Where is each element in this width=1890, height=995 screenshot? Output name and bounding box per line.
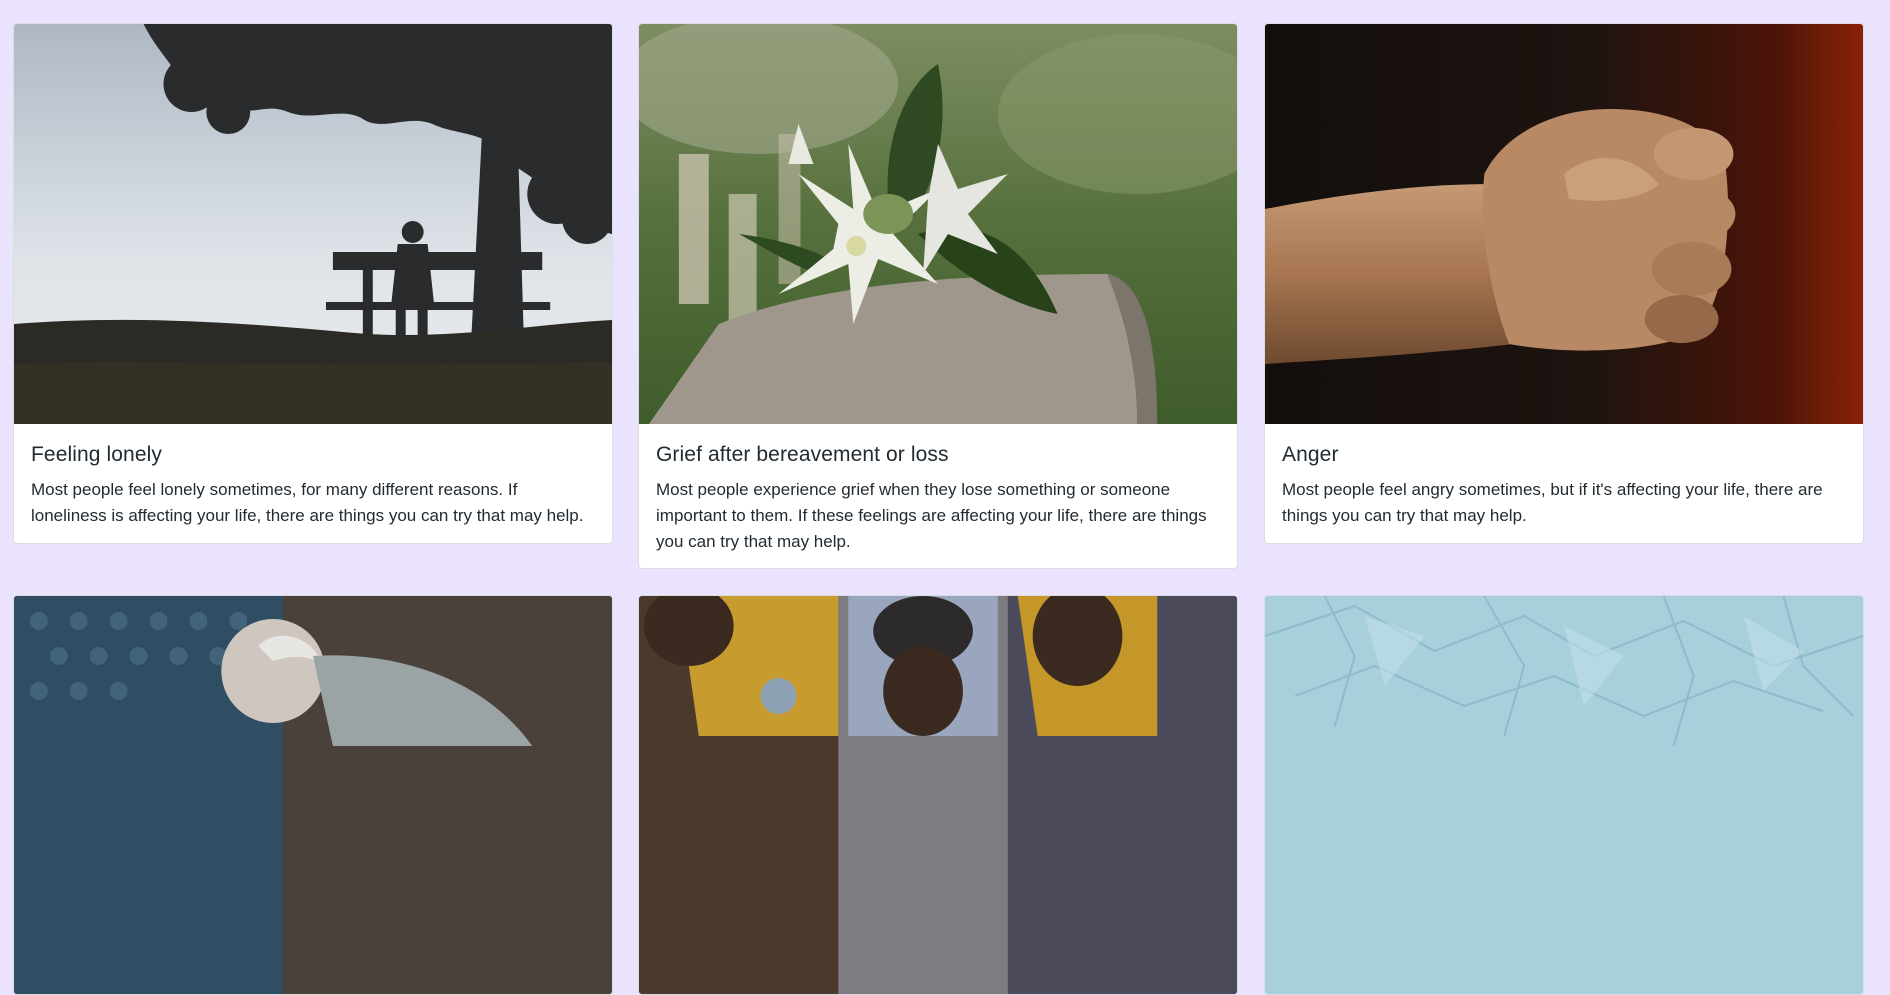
card-description: Most people experience grief when they l… [656,480,1207,551]
card-image-crumpled-blue-paper [1265,596,1863,994]
hub-card-grid: Feeling lonely Most people feel lonely s… [0,0,1890,995]
card-description: Most people feel angry sometimes, but if… [1282,480,1823,526]
card-row2-crumpled-paper[interactable] [1264,595,1864,995]
card-image-clenched-fist [1265,24,1863,424]
card-row2-young-man[interactable] [638,595,1238,995]
card-image-young-man-multiple-exposure [639,596,1237,994]
card-row2-older-man[interactable] [13,595,613,995]
card-grief-bereavement[interactable]: Grief after bereavement or loss Most peo… [638,23,1238,569]
card-title[interactable]: Grief after bereavement or loss [656,442,1220,467]
card-anger[interactable]: Anger Most people feel angry sometimes, … [1264,23,1864,544]
card-image-person-on-bench [14,24,612,424]
card-description: Most people feel lonely sometimes, for m… [31,480,584,526]
card-image-older-man [14,596,612,994]
card-title[interactable]: Feeling lonely [31,442,595,467]
card-feeling-lonely[interactable]: Feeling lonely Most people feel lonely s… [13,23,613,544]
card-title[interactable]: Anger [1282,442,1846,467]
card-image-lilies-on-gravestone [639,24,1237,424]
